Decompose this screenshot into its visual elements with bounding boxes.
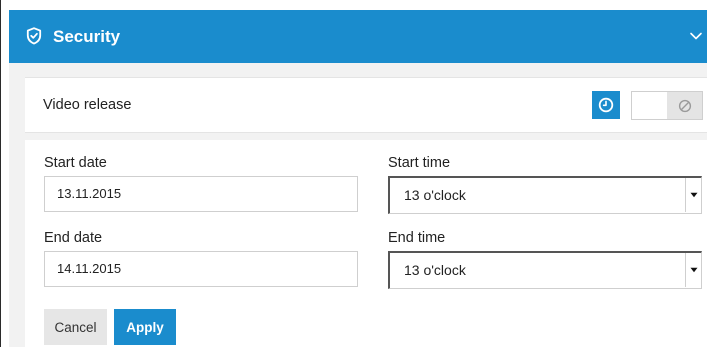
end-time-value: 13 o'clock xyxy=(404,262,466,278)
disabled-icon xyxy=(678,99,691,112)
security-panel-header[interactable]: Security xyxy=(9,10,707,63)
end-time-select[interactable]: 13 o'clock xyxy=(388,251,702,289)
cancel-button[interactable]: Cancel xyxy=(44,309,107,345)
video-release-label: Video release xyxy=(43,97,132,113)
caret-down-icon xyxy=(690,267,697,273)
end-time-label: End time xyxy=(388,230,446,246)
apply-button[interactable]: Apply xyxy=(114,309,176,345)
schedule-button[interactable] xyxy=(592,91,620,119)
toggle-off-segment[interactable] xyxy=(667,92,702,119)
end-time-dropdown-arrow[interactable] xyxy=(685,253,701,287)
security-panel: Security Video release Start date 13.11.… xyxy=(9,10,707,347)
caret-down-icon xyxy=(690,192,697,198)
shield-icon xyxy=(26,27,42,45)
clock-icon xyxy=(598,97,614,113)
video-release-row: Video release xyxy=(25,77,707,133)
start-time-value: 13 o'clock xyxy=(404,187,466,203)
start-time-dropdown-arrow[interactable] xyxy=(685,178,701,212)
start-date-label: Start date xyxy=(44,155,107,171)
panel-title: Security xyxy=(53,27,121,46)
chevron-down-icon[interactable] xyxy=(689,29,703,43)
release-form: Start date 13.11.2015 Start time 13 o'cl… xyxy=(25,140,707,347)
release-toggle[interactable] xyxy=(631,91,703,120)
end-date-input[interactable]: 14.11.2015 xyxy=(44,251,358,287)
start-date-input[interactable]: 13.11.2015 xyxy=(44,176,358,212)
start-time-label: Start time xyxy=(388,155,451,171)
start-time-select[interactable]: 13 o'clock xyxy=(388,176,702,214)
end-date-label: End date xyxy=(44,230,103,246)
